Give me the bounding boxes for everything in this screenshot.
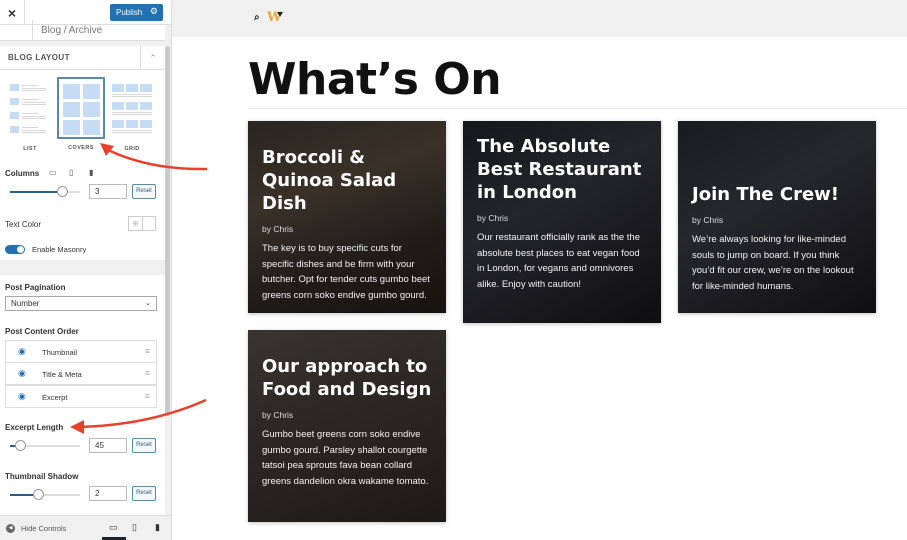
pagination-value: Number	[11, 299, 40, 308]
eye-icon[interactable]: ◉	[18, 368, 26, 379]
publish-label: Publish	[116, 8, 143, 17]
excerpt-length-label: Excerpt Length	[5, 423, 64, 432]
text-color-label: Text Color	[5, 220, 42, 229]
tablet-icon[interactable]: ▯	[69, 168, 73, 177]
post-excerpt: The key is to buy specific cuts for spec…	[262, 243, 430, 301]
layout-option-list[interactable]: LIST	[6, 78, 54, 152]
customizer-sidebar: × Publish ⚙ Blog / Archive BLOG LAYOUT ⌃…	[0, 0, 172, 540]
post-author: by Chris	[477, 213, 509, 223]
post-card[interactable]: Broccoli & Quinoa Salad Dish by Chris Th…	[248, 121, 446, 313]
columns-input[interactable]: 3	[89, 184, 127, 199]
thumbnail-shadow-label: Thumbnail Shadow	[5, 472, 79, 481]
layout-label-grid: GRID	[124, 146, 140, 152]
site-logo[interactable]: W	[267, 10, 283, 25]
content-order-item-excerpt[interactable]: ◉ Excerpt ≡	[5, 385, 157, 408]
thumbnail-shadow-input[interactable]: 2	[89, 486, 127, 501]
breadcrumb: Blog / Archive	[0, 20, 165, 41]
post-excerpt: Gumbo beet greens corn soko endive gumbo…	[262, 429, 429, 487]
blog-layout-section-header[interactable]: BLOG LAYOUT ⌃	[0, 46, 165, 70]
drag-handle-icon[interactable]: ≡	[145, 346, 150, 356]
post-author: by Chris	[262, 224, 294, 234]
excerpt-length-slider-handle[interactable]	[15, 440, 26, 451]
chevron-up-icon[interactable]: ⌃	[140, 46, 165, 70]
post-title[interactable]: Join The Crew!	[692, 183, 862, 206]
content-order-item-title-meta[interactable]: ◉ Title & Meta ≡	[5, 362, 157, 385]
post-card[interactable]: Our approach to Food and Design by Chris…	[248, 330, 446, 522]
post-title[interactable]: The Absolute Best Restaurant in London	[477, 135, 647, 204]
globe-icon[interactable]: ⊕	[129, 217, 143, 230]
post-author: by Chris	[262, 410, 294, 420]
hide-controls-button[interactable]: Hide Controls	[21, 524, 66, 533]
content-order-label: Post Content Order	[5, 327, 79, 336]
drag-handle-icon[interactable]: ≡	[145, 368, 150, 378]
tablet-preview-icon[interactable]: ▯	[132, 522, 137, 533]
content-order-item-label: Title & Meta	[42, 370, 82, 379]
section-title: BLOG LAYOUT	[8, 53, 70, 62]
content-order-item-label: Excerpt	[42, 393, 68, 402]
mobile-icon[interactable]: ▮	[89, 168, 93, 177]
eye-icon[interactable]: ◉	[18, 391, 26, 402]
post-excerpt: Our restaurant officially rank as the th…	[477, 232, 640, 290]
desktop-icon[interactable]: ▭	[49, 168, 57, 177]
site-preview: ⌕ W What’s On Broccoli & Quinoa Salad Di…	[172, 0, 907, 540]
post-excerpt: We’re always looking for like-minded sou…	[692, 234, 854, 292]
columns-reset-button[interactable]: Reset	[132, 184, 156, 199]
layout-option-grid[interactable]: GRID	[108, 78, 156, 152]
close-icon: ×	[7, 4, 17, 21]
search-icon[interactable]: ⌕	[254, 12, 260, 23]
columns-label: Columns	[5, 169, 40, 178]
sidebar-scrollbar[interactable]	[165, 46, 170, 416]
post-title[interactable]: Our approach to Food and Design	[262, 355, 432, 401]
excerpt-length-reset-button[interactable]: Reset	[132, 438, 156, 453]
customizer-footer: ◀ Hide Controls ▭ ▯ ▮	[0, 515, 171, 540]
content-order-item-thumbnail[interactable]: ◉ Thumbnail ≡	[5, 340, 157, 363]
masonry-toggle[interactable]	[5, 245, 25, 254]
collapse-icon[interactable]: ◀	[6, 524, 15, 533]
gear-icon[interactable]: ⚙	[150, 6, 158, 17]
pagination-select[interactable]: Number ⌄	[5, 296, 157, 311]
site-header: ⌕ W	[172, 0, 907, 37]
post-author: by Chris	[692, 215, 724, 225]
layout-label-list: LIST	[23, 146, 37, 152]
thumbnail-shadow-reset-button[interactable]: Reset	[132, 486, 156, 501]
post-card[interactable]: Join The Crew! by Chris We’re always loo…	[678, 121, 876, 313]
breadcrumb-text: Blog / Archive	[32, 20, 102, 41]
layout-label-covers: COVERS	[68, 145, 94, 151]
eye-icon[interactable]: ◉	[18, 346, 26, 357]
close-button[interactable]: ×	[0, 0, 25, 25]
post-title[interactable]: Broccoli & Quinoa Salad Dish	[262, 146, 432, 215]
excerpt-length-input[interactable]: 45	[89, 438, 127, 453]
drag-handle-icon[interactable]: ≡	[145, 391, 150, 401]
publish-button[interactable]: Publish ⚙	[110, 4, 163, 21]
layout-option-covers[interactable]: COVERS	[57, 77, 105, 151]
title-divider	[248, 108, 907, 109]
text-color-picker[interactable]: ⊕	[128, 216, 156, 231]
chevron-down-icon: ⌄	[145, 300, 151, 307]
columns-slider-handle[interactable]	[57, 186, 68, 197]
pagination-label: Post Pagination	[5, 283, 66, 292]
content-order-item-label: Thumbnail	[42, 348, 78, 357]
thumbnail-shadow-slider-handle[interactable]	[33, 489, 44, 500]
post-card[interactable]: The Absolute Best Restaurant in London b…	[463, 121, 661, 323]
mobile-preview-icon[interactable]: ▮	[155, 522, 160, 533]
page-title: What’s On	[248, 54, 502, 105]
customizer-screen: × Publish ⚙ Blog / Archive BLOG LAYOUT ⌃…	[0, 0, 907, 540]
masonry-label: Enable Masonry	[32, 245, 87, 254]
desktop-preview-icon[interactable]: ▭	[109, 522, 118, 533]
